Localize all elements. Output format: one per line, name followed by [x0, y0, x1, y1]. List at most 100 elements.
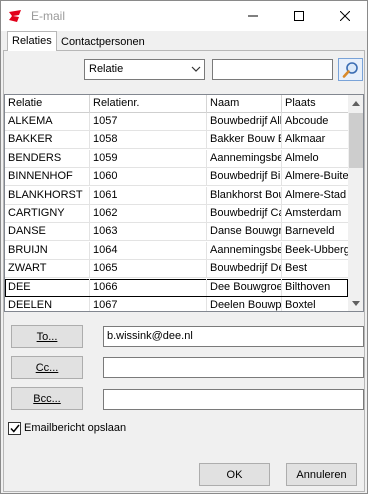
bcc-button[interactable]: Bcc...	[11, 387, 83, 410]
email-dialog: E-mail Relaties Contactpersonen Relatie …	[0, 0, 368, 494]
cell-naam: Deelen Bouwpro	[207, 297, 282, 311]
cell-relatienr: 1067	[90, 297, 207, 311]
tab-relaties[interactable]: Relaties	[7, 31, 57, 51]
column-header-plaats[interactable]: Plaats	[282, 95, 348, 113]
scrollbar-thumb[interactable]	[349, 113, 363, 168]
minimize-icon	[248, 15, 258, 17]
vertical-scrollbar[interactable]	[348, 95, 363, 311]
save-email-checkbox[interactable]	[8, 421, 21, 435]
cell-naam: Bouwbedrijf Bir	[207, 168, 282, 186]
cell-relatie: BAKKER	[5, 131, 90, 149]
cell-plaats: Boxtel	[285, 299, 316, 311]
to-button[interactable]: To...	[11, 325, 83, 348]
cell-naam: Blankhorst Bou	[207, 186, 282, 204]
cc-button[interactable]: Cc...	[11, 356, 83, 379]
cell-naam: Bouwbedrijf De	[207, 260, 282, 278]
cell-naam: Dee Bouwgroe	[207, 278, 282, 296]
cell-plaats: Bilthoven	[285, 280, 331, 293]
cell-naam: Bouwbedrijf Ca	[207, 205, 282, 222]
table-row[interactable]: BRUIJN1064AannemingsbeBeek-Ubbergen	[5, 241, 348, 260]
bcc-field[interactable]	[103, 389, 364, 410]
cc-field[interactable]	[103, 357, 364, 378]
checkmark-icon	[9, 424, 20, 433]
column-header-naam[interactable]: Naam	[207, 95, 282, 113]
cell-plaats: Best	[285, 262, 308, 275]
search-input[interactable]	[212, 59, 333, 80]
cell-relatienr: 1061	[90, 186, 207, 204]
table-row[interactable]: CARTIGNY 1062 Bouwbedrijf Ca Amsterdam	[5, 205, 348, 223]
ok-button[interactable]: OK	[199, 463, 270, 486]
cell-relatienr: 1064	[90, 241, 207, 259]
bcc-button-label: Bcc...	[33, 392, 61, 405]
chevron-down-icon	[191, 66, 201, 72]
cell-relatie: CARTIGNY	[5, 205, 90, 222]
cancel-button[interactable]: Annuleren	[286, 463, 357, 486]
table-row[interactable]: BAKKER 1058 Bakker Bouw B. Alkmaar	[5, 131, 348, 150]
scroll-down-button[interactable]	[348, 295, 363, 311]
app-logo-icon	[9, 10, 21, 22]
cell-plaats: Barneveld	[285, 225, 335, 238]
field-select-value: Relatie	[89, 63, 124, 75]
cell-plaats: Almere-Stad	[285, 188, 347, 201]
table-row[interactable]: DANSE 1063 Danse Bouwgro Barneveld	[5, 223, 348, 242]
cell-plaats: Beek-Ubbergen	[285, 243, 348, 256]
cell-relatienr: 1066	[90, 278, 207, 296]
cell-relatie: DANSE	[5, 223, 90, 241]
cell-relatie: BRUIJN	[5, 241, 90, 259]
cell-plaats: Abcoude	[285, 115, 329, 127]
table-row[interactable]: BENDERS 1059 Aannemingsbe Almelo	[5, 149, 348, 168]
cell-plaats: Alkmaar	[285, 133, 326, 146]
table-row[interactable]: BINNENHOF 1060 Bouwbedrijf Bir Almere-Buite…	[5, 168, 348, 187]
table-row[interactable]: DEELEN1067Deelen BouwproBoxtel	[5, 297, 348, 311]
table-row[interactable]: ALKEMA 1057 Bouwbedrijf Alk Abcoude	[5, 113, 348, 131]
cell-naam: Bouwbedrijf Alk	[207, 113, 282, 130]
cell-relatienr: 1058	[90, 131, 207, 149]
cell-plaats: Almere-Buiten	[285, 170, 348, 183]
cell-relatienr: 1060	[90, 168, 207, 186]
to-field[interactable]: b.wissink@dee.nl	[103, 326, 364, 347]
save-email-option[interactable]: Emailbericht opslaan	[8, 421, 126, 435]
column-header-relatie[interactable]: Relatie	[5, 95, 90, 113]
cell-relatienr: 1059	[90, 149, 207, 167]
cell-relatienr: 1065	[90, 260, 207, 278]
cell-naam: Danse Bouwgro	[207, 223, 282, 241]
cell-plaats: Amsterdam	[285, 207, 342, 219]
cell-plaats: Almelo	[285, 151, 319, 164]
cell-naam: Bakker Bouw B.	[207, 131, 282, 149]
cell-relatienr: 1063	[90, 223, 207, 241]
cell-relatie: BLANKHORST	[5, 186, 90, 204]
title-bar: E-mail	[1, 1, 367, 31]
search-icon	[342, 61, 358, 78]
scroll-up-icon	[352, 100, 360, 106]
cell-relatienr: 1057	[90, 113, 207, 130]
minimize-button[interactable]	[230, 1, 276, 31]
close-button[interactable]	[322, 1, 368, 31]
table-row[interactable]: DEE 1066 Dee Bouwgroe Bilthoven	[5, 278, 348, 297]
cell-relatie: ZWART	[5, 260, 90, 278]
cell-relatie: ALKEMA	[5, 113, 90, 130]
relations-table[interactable]: Relatie Relatienr. Naam Plaats ALKEMA 105…	[4, 94, 364, 312]
maximize-button[interactable]	[276, 1, 322, 31]
table-row[interactable]: BLANKHORST 1061 Blankhorst Bou Almere-Stad	[5, 186, 348, 205]
to-button-label: To...	[36, 330, 58, 343]
cc-button-label: Cc...	[35, 361, 59, 374]
field-select[interactable]: Relatie	[84, 59, 205, 80]
search-button[interactable]	[338, 58, 363, 81]
close-icon	[340, 11, 350, 21]
cell-naam: Aannemingsbe	[207, 241, 282, 259]
window-title: E-mail	[31, 9, 66, 23]
tab-contactpersonen[interactable]: Contactpersonen	[56, 33, 150, 51]
cell-relatie: BINNENHOF	[5, 168, 90, 186]
tab-strip: Relaties Contactpersonen	[1, 31, 367, 51]
scroll-down-icon	[352, 300, 360, 306]
cell-relatie: DEE	[5, 278, 90, 296]
column-header-relatienr[interactable]: Relatienr.	[90, 95, 207, 113]
cell-naam: Aannemingsbe	[207, 149, 282, 167]
table-header: Relatie Relatienr. Naam Plaats	[5, 95, 348, 113]
save-email-label: Emailbericht opslaan	[24, 422, 127, 434]
table-row[interactable]: ZWART 1065 Bouwbedrijf De Best	[5, 260, 348, 279]
cell-relatienr: 1062	[90, 205, 207, 222]
cell-relatie: DEELEN	[5, 297, 90, 311]
maximize-icon	[294, 11, 304, 21]
scroll-up-button[interactable]	[348, 95, 363, 111]
